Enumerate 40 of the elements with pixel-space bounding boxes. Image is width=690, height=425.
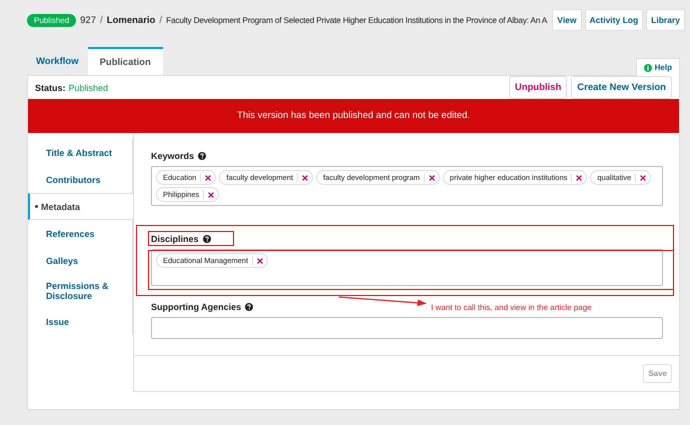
status-label: Status: (35, 82, 66, 92)
tag-input-field[interactable] (151, 317, 663, 339)
tab[interactable]: Workflow (27, 47, 88, 75)
remove-icon[interactable] (576, 174, 582, 180)
submission-id: 927 (80, 14, 96, 26)
help-icon[interactable] (245, 303, 254, 311)
sidebar-item[interactable]: Permissions & Disclosure (28, 274, 133, 308)
breadcrumb-separator: / (159, 14, 162, 26)
header-button[interactable]: Activity Log (584, 9, 644, 31)
remove-icon[interactable] (302, 174, 308, 180)
help-icon[interactable] (202, 235, 211, 243)
sidebar-item[interactable]: References (28, 220, 133, 247)
field-label: Keywords (151, 151, 194, 161)
notice-banner: This version has been published and can not be edited. (28, 99, 679, 133)
sidebar-item[interactable]: Title & Abstract (28, 139, 133, 166)
status-badge: Published (27, 14, 76, 26)
author-name: Lomenario (106, 14, 156, 26)
sidebar-item[interactable]: Issue (28, 308, 133, 335)
remove-icon[interactable] (640, 174, 646, 180)
action-button[interactable]: Unpublish (508, 76, 568, 99)
remove-icon[interactable] (428, 174, 435, 180)
remove-icon[interactable] (257, 258, 264, 264)
tab[interactable]: Publication (88, 47, 163, 75)
field-label: Disciplines (151, 234, 199, 244)
status-value: Published (68, 82, 108, 92)
annotation-text: I want to call this, and view in the article page (431, 303, 592, 312)
sidebar-item[interactable]: Contributors (28, 166, 133, 193)
help-icon (644, 64, 652, 72)
help-button[interactable]: Help (636, 58, 680, 76)
breadcrumb-separator: / (100, 14, 103, 26)
header-button[interactable]: View (552, 9, 582, 31)
header-button[interactable]: Library (646, 9, 685, 31)
sidebar-item[interactable]: Galleys (28, 247, 133, 274)
remove-icon[interactable] (208, 192, 214, 198)
submission-title: Faculty Development Program of Selected Private Higher Education Institutions in the Province of Albay: An A (166, 15, 548, 25)
help-icon[interactable] (198, 152, 206, 160)
remove-icon[interactable] (205, 174, 212, 180)
action-button[interactable]: Create New Version (571, 76, 672, 99)
field-label: Supporting Agencies (151, 302, 242, 312)
sidebar-item[interactable]: Metadata (28, 193, 133, 220)
